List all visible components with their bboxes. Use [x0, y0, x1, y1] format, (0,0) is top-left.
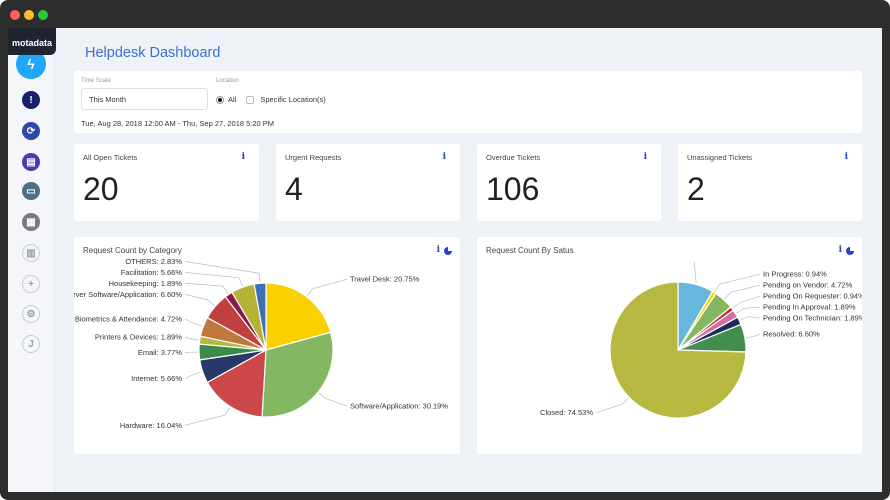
- leader-line: [732, 295, 761, 309]
- info-icon[interactable]: i: [644, 152, 647, 162]
- time-scale-label: Time Scale: [81, 78, 111, 84]
- stat-value: 4: [285, 171, 303, 207]
- slice-label: Pending On Requester: 0.94%: [763, 292, 862, 301]
- minimize-window-button[interactable]: [24, 10, 34, 20]
- date-range: Tue, Aug 28, 2018 12:00 AM - Thu, Sep 27…: [81, 119, 275, 128]
- stat-card[interactable]: Overdue Tickets i 106: [477, 144, 661, 221]
- book-icon[interactable]: ▤: [22, 153, 40, 171]
- slice-label: Pending In Approval: 1.89%: [763, 303, 856, 312]
- motadata-logo[interactable]: motadata: [8, 28, 56, 55]
- specific-location-label[interactable]: Specific Location(s): [260, 95, 325, 104]
- leader-line: [184, 261, 261, 283]
- category-chart-card: Request Count by Category i Travel Desk:…: [74, 237, 460, 454]
- gear-icon[interactable]: ⚙: [22, 305, 40, 323]
- stat-card[interactable]: Unassigned Tickets i 2: [678, 144, 862, 221]
- leader-line: [736, 306, 761, 314]
- stat-title: Overdue Tickets: [486, 153, 541, 162]
- leader-line: [724, 284, 761, 300]
- leader-line: [184, 407, 231, 426]
- leader-line: [184, 283, 229, 294]
- stat-value: 106: [486, 171, 540, 207]
- leader-line: [184, 318, 203, 327]
- stat-card[interactable]: Urgent Requests i 4: [276, 144, 460, 221]
- leader-line: [714, 273, 761, 292]
- slice-label: Housekeeping: 1.89%: [109, 279, 183, 288]
- location-all-label[interactable]: All: [228, 95, 236, 104]
- info-icon[interactable]: i: [242, 152, 245, 162]
- page-title: Helpdesk Dashboard: [85, 45, 221, 61]
- slice-label: Pending On Technician: 1.89%: [763, 314, 862, 323]
- leader-line: [184, 351, 199, 354]
- slice-label: Software/Application: 30.19%: [350, 402, 448, 411]
- status-chart-card: Request Count By Satus i In Progress: 0.…: [477, 237, 862, 454]
- close-window-button[interactable]: [10, 10, 20, 20]
- leader-line: [184, 294, 215, 306]
- leader-line: [318, 392, 348, 407]
- slice-label: In Progress: 0.94%: [763, 270, 827, 279]
- stat-value: 20: [83, 171, 119, 207]
- slice-label: Travel Desk: 20.75%: [350, 275, 420, 284]
- app-screen: ϟ! ⟳ ▤ ▭ ▦ ▥ + ⚙ J motadata Helpdesk Dashboard T…: [8, 28, 882, 492]
- filter-panel: Time Scale This Month Location All Speci…: [74, 71, 862, 133]
- leader-line: [693, 261, 697, 284]
- leader-line: [184, 336, 199, 341]
- leader-line: [306, 278, 348, 297]
- monitor-icon[interactable]: ▭: [22, 182, 40, 200]
- plus-icon[interactable]: +: [22, 275, 40, 293]
- stat-card[interactable]: All Open Tickets i 20: [74, 144, 259, 221]
- location-all-radio[interactable]: [216, 95, 224, 104]
- maximize-window-button[interactable]: [38, 10, 48, 20]
- leader-line: [740, 316, 761, 321]
- slice-label: Email: 3.77%: [138, 348, 183, 357]
- slice-label: Hardware: 16.04%: [120, 421, 182, 430]
- slice-label: Pending on Vendor: 4.72%: [763, 281, 853, 290]
- specific-location-checkbox[interactable]: [246, 95, 255, 104]
- sidebar: ϟ! ⟳ ▤ ▭ ▦ ▥ + ⚙ J: [8, 28, 55, 492]
- slice-label: Biometrics & Attendance: 4.72%: [75, 315, 182, 324]
- stat-title: Unassigned Tickets: [687, 153, 753, 162]
- alert-icon[interactable]: !: [22, 91, 40, 109]
- slice-label: OTHERS: 2.83%: [125, 257, 182, 266]
- slice-label: Server Software/Application: 6.60%: [74, 290, 182, 299]
- status-pie-chart: In Progress: 0.94% Pending on Vendor: 4.7…: [540, 261, 862, 419]
- leader-line: [184, 371, 202, 379]
- report-icon[interactable]: ▥: [22, 244, 40, 262]
- slice-label: Facilitation: 5.66%: [121, 268, 183, 277]
- slice-label: Printers & Devices: 1.89%: [95, 332, 182, 341]
- info-icon[interactable]: i: [443, 152, 446, 162]
- category-pie-chart: Travel Desk: 20.75% Software/Application:…: [74, 257, 448, 430]
- slice-label: Internet: 5.66%: [131, 374, 182, 383]
- leader-line: [745, 333, 761, 339]
- document-settings-icon[interactable]: ▦: [22, 213, 40, 231]
- stat-value: 2: [687, 171, 705, 207]
- leader-line: [595, 397, 629, 414]
- refresh-icon[interactable]: ⟳: [22, 122, 40, 140]
- time-scale-select[interactable]: This Month: [81, 88, 208, 110]
- slice-label: Closed: 74.53%: [540, 408, 593, 417]
- stat-title: All Open Tickets: [83, 153, 138, 162]
- location-label: Location: [216, 78, 239, 84]
- user-avatar[interactable]: J: [22, 335, 40, 353]
- app-window: ϟ! ⟳ ▤ ▭ ▦ ▥ + ⚙ J motadata Helpdesk Dashboard T…: [0, 0, 890, 500]
- info-icon[interactable]: i: [845, 152, 848, 162]
- slice-label: Resolved: 6.60%: [763, 330, 820, 339]
- stat-title: Urgent Requests: [285, 153, 342, 162]
